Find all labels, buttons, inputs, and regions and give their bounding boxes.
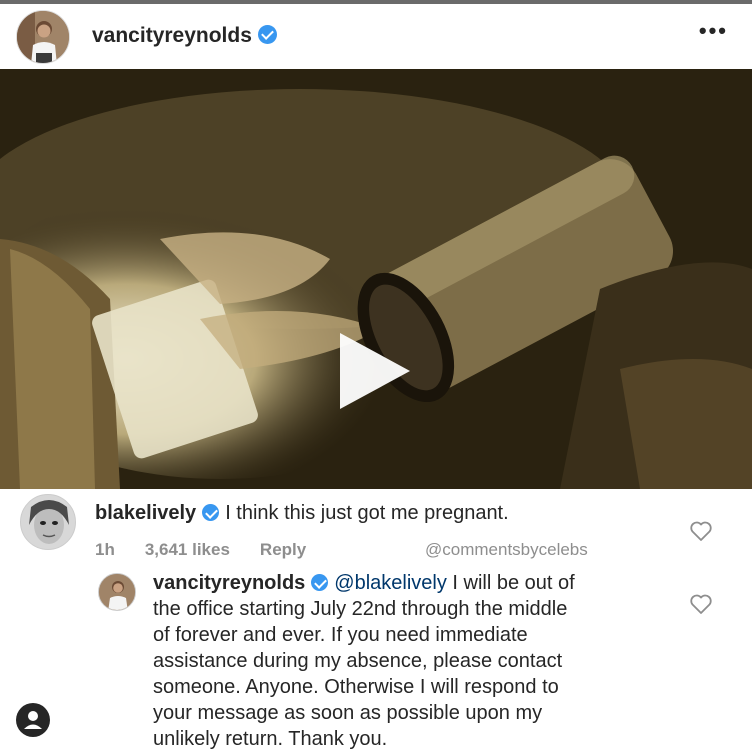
reply-line: unlikely return. Thank you. [153, 728, 388, 750]
reply-line: the office starting July 22nd through th… [153, 598, 568, 620]
post-header: vancityreynolds ••• [0, 4, 752, 68]
play-icon[interactable] [340, 333, 410, 409]
verified-badge-icon [257, 25, 277, 44]
instagram-post: vancityreynolds ••• blakelively I think … [0, 0, 752, 755]
comment-body: I think this just got me pregnant. [225, 502, 509, 524]
comment-text: blakelively I think this just got me preg… [95, 500, 509, 526]
author-name[interactable]: vancityreynolds [92, 24, 252, 47]
verified-badge-icon [202, 504, 220, 521]
author-avatar[interactable] [16, 10, 70, 64]
comment-likes[interactable]: 3,641 likes [145, 540, 230, 559]
watermark: @commentsbycelebs [425, 540, 588, 559]
post-video[interactable] [0, 69, 752, 489]
comment-username[interactable]: blakelively [95, 502, 196, 524]
reply-line: assistance during my absence, please con… [153, 650, 563, 672]
reply-line: someone. Anyone. Otherwise I will respon… [153, 676, 559, 698]
verified-badge-icon [311, 574, 329, 591]
more-options-button[interactable]: ••• [699, 20, 728, 42]
reply-line: your message as soon as possible upon my [153, 702, 543, 724]
profile-icon[interactable] [16, 703, 50, 737]
reply-button[interactable]: Reply [260, 540, 306, 559]
like-heart-icon[interactable] [689, 593, 713, 615]
reply-avatar[interactable] [98, 573, 136, 611]
reply-line: of forever and ever. If you need immedia… [153, 624, 528, 646]
video-frame-image [0, 69, 752, 489]
author-username[interactable]: vancityreynolds [92, 24, 277, 48]
commenter-avatar[interactable] [20, 494, 76, 550]
reply-username[interactable]: vancityreynolds [153, 572, 305, 594]
comment-meta: 1h 3,641 likes Reply [95, 540, 336, 560]
reply-first-line: vancityreynolds @blakelively I will be ou… [153, 570, 693, 596]
like-heart-icon[interactable] [689, 520, 713, 542]
reply-text: vancityreynolds @blakelively I will be ou… [153, 570, 693, 752]
mention-link[interactable]: @blakelively [334, 572, 447, 594]
reply-line-1: I will be out of [446, 572, 575, 594]
comment-time: 1h [95, 540, 115, 559]
